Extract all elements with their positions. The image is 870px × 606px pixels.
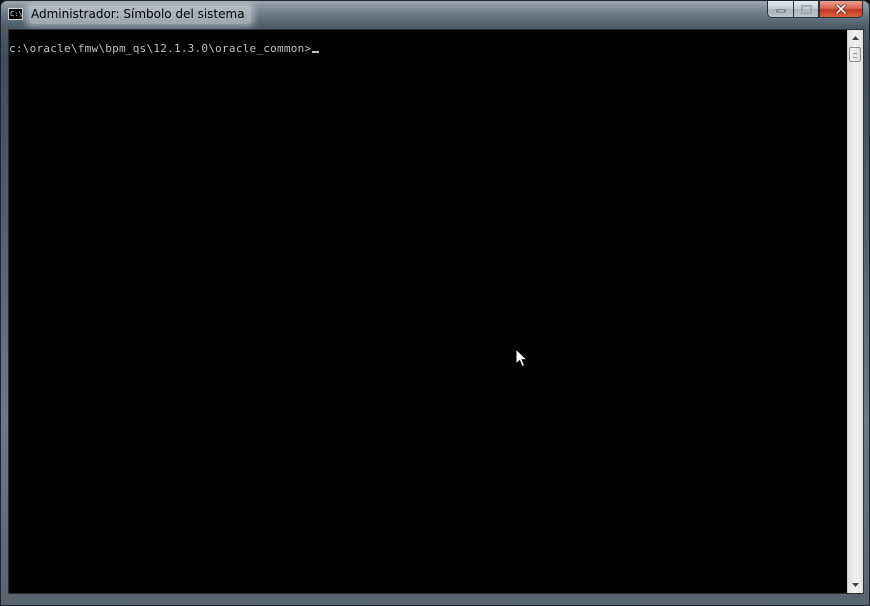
minimize-button[interactable] [767,1,793,18]
console-output[interactable]: c:\oracle\fmw\bpm_qs\12.1.3.0\oracle_com… [9,30,849,593]
console-client-area[interactable]: c:\oracle\fmw\bpm_qs\12.1.3.0\oracle_com… [8,29,864,594]
scroll-up-arrow-icon [852,36,859,40]
close-button[interactable] [819,1,863,18]
minimize-icon [776,9,785,13]
command-prompt-line[interactable]: c:\oracle\fmw\bpm_qs\12.1.3.0\oracle_com… [9,42,320,56]
title-bar[interactable]: C:\ Administrador: Símbolo del sistema [1,1,869,28]
console-icon[interactable]: C:\ [8,8,23,20]
mouse-pointer-icon [515,348,529,368]
prompt-text: c:\oracle\fmw\bpm_qs\12.1.3.0\oracle_com… [9,42,312,55]
scroll-down-button[interactable] [848,577,863,593]
window-title: Administrador: Símbolo del sistema [29,6,251,24]
window-controls [767,1,863,19]
close-icon [835,4,847,14]
console-window: C:\ Administrador: Símbolo del sistema c… [0,0,870,606]
text-cursor [312,51,320,53]
scrollbar-thumb[interactable] [849,47,861,62]
vertical-scrollbar[interactable] [847,30,863,593]
scroll-down-arrow-icon [852,583,859,587]
scroll-up-button[interactable] [848,30,863,46]
maximize-icon [800,4,812,14]
maximize-button[interactable] [793,1,819,18]
